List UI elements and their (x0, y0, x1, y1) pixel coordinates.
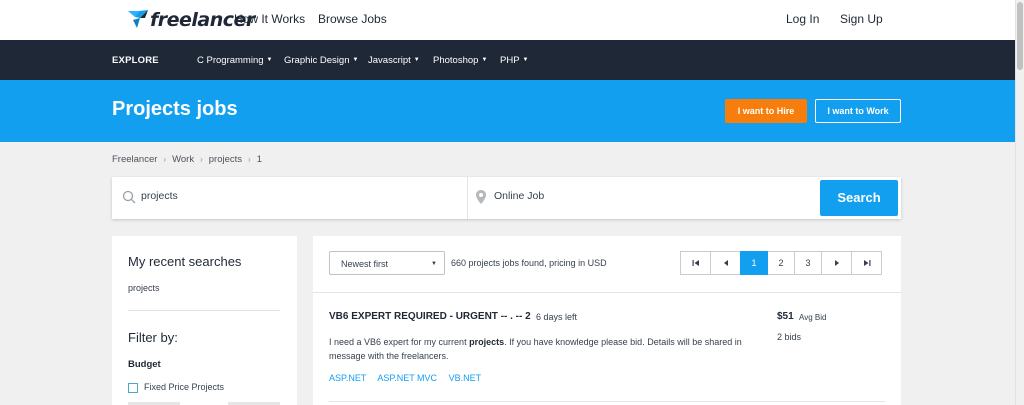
breadcrumb-projects[interactable]: projects (209, 154, 242, 165)
pagination: 1 2 3 (680, 251, 882, 275)
project-divider (329, 401, 885, 402)
description-text: I need a VB6 expert for my current (329, 337, 470, 347)
sort-select[interactable]: Newest first ▼ (329, 251, 445, 275)
last-page-button[interactable] (851, 251, 882, 275)
nav-browse-jobs[interactable]: Browse Jobs (318, 12, 387, 26)
page-2-button[interactable]: 2 (767, 251, 795, 275)
nav-how-it-works[interactable]: How It Works (234, 12, 305, 26)
category-label: Javascript (368, 55, 411, 66)
recent-searches-title: My recent searches (128, 254, 242, 269)
breadcrumb-separator: › (200, 155, 203, 164)
average-bid-amount: $51 (777, 311, 794, 322)
page-3-button[interactable]: 3 (794, 251, 822, 275)
search-divider (467, 177, 468, 219)
results-count: 660 projects jobs found, pricing in USD (451, 258, 607, 268)
project-title-link[interactable]: VB6 EXPERT REQUIRED - URGENT -- . -- 2 (329, 311, 531, 322)
breadcrumb-separator: › (163, 155, 167, 164)
first-page-icon (692, 260, 699, 266)
results-divider (313, 292, 901, 293)
next-page-icon (834, 260, 839, 266)
category-label: Graphic Design (284, 55, 350, 66)
page-scrollbar[interactable] (1015, 0, 1024, 405)
top-header: freelancer How It Works Browse Jobs Log … (0, 0, 1024, 40)
hire-button[interactable]: I want to Hire (725, 99, 807, 123)
location-input[interactable] (494, 190, 794, 202)
explore-category-javascript[interactable]: Javascript ▼ (368, 55, 420, 66)
search-icon (122, 190, 136, 204)
explore-bar: EXPLORE C Programming ▼ Graphic Design ▼ J… (0, 40, 1015, 80)
budget-heading: Budget (128, 359, 161, 370)
page-1-button[interactable]: 1 (740, 251, 768, 275)
explore-label: EXPLORE (112, 55, 159, 66)
search-bar: Search (112, 177, 901, 219)
explore-category-php[interactable]: PHP ▼ (500, 55, 529, 66)
location-pin-icon (476, 190, 486, 204)
breadcrumb: Freelancer › Work › projects › 1 (112, 154, 262, 165)
tag-link[interactable]: ASP.NET MVC (377, 373, 437, 383)
project-tags: ASP.NET ASP.NET MVC VB.NET (329, 373, 490, 383)
description-keyword: projects (469, 337, 505, 347)
category-label: PHP (500, 55, 520, 66)
breadcrumb-work[interactable]: Work (172, 154, 194, 165)
category-label: C Programming (197, 55, 264, 66)
average-bid-label: Avg Bid (799, 313, 827, 322)
bird-logo-icon (128, 10, 148, 28)
filter-title: Filter by: (128, 330, 178, 345)
explore-category-photoshop[interactable]: Photoshop ▼ (433, 55, 487, 66)
project-time-left: 6 days left (536, 312, 578, 322)
caret-down-icon: ▼ (522, 57, 529, 63)
last-page-icon (863, 260, 870, 266)
search-button[interactable]: Search (820, 180, 898, 216)
work-button[interactable]: I want to Work (815, 99, 901, 123)
explore-category-c-programming[interactable]: C Programming ▼ (197, 55, 272, 66)
log-in-link[interactable]: Log In (786, 12, 819, 26)
fixed-price-label[interactable]: Fixed Price Projects (144, 382, 224, 392)
fixed-price-checkbox[interactable] (128, 383, 138, 393)
caret-down-icon: ▼ (413, 57, 420, 63)
breadcrumb-separator: › (248, 155, 251, 164)
caret-down-icon: ▼ (266, 57, 273, 63)
breadcrumb-freelancer[interactable]: Freelancer (112, 154, 157, 165)
next-page-button[interactable] (821, 251, 852, 275)
scrollbar-thumb[interactable] (1017, 2, 1023, 70)
sidebar-divider (128, 310, 280, 311)
tag-link[interactable]: ASP.NET (329, 373, 366, 383)
keyword-search-input[interactable] (141, 190, 441, 202)
explore-category-graphic-design[interactable]: Graphic Design ▼ (284, 55, 358, 66)
caret-down-icon: ▼ (481, 57, 488, 63)
breadcrumb-current: 1 (256, 154, 262, 165)
first-page-button[interactable] (680, 251, 711, 275)
sort-selected-value: Newest first (341, 259, 389, 269)
results-panel: Newest first ▼ 660 projects jobs found, … (313, 236, 901, 405)
project-description: I need a VB6 expert for my current proje… (329, 335, 769, 363)
hero-banner: Projects jobs I want to Hire I want to W… (0, 80, 1015, 142)
caret-down-icon: ▼ (352, 57, 359, 63)
prev-page-icon (723, 260, 728, 266)
chevron-down-icon: ▼ (431, 261, 437, 267)
category-label: Photoshop (433, 55, 479, 66)
page-title: Projects jobs (112, 98, 238, 120)
sign-up-link[interactable]: Sign Up (840, 12, 883, 26)
bid-count: 2 bids (777, 332, 802, 342)
tag-link[interactable]: VB.NET (449, 373, 482, 383)
filter-sidebar: My recent searches projects Filter by: B… (112, 236, 297, 405)
prev-page-button[interactable] (710, 251, 741, 275)
recent-search-item[interactable]: projects (128, 283, 160, 293)
